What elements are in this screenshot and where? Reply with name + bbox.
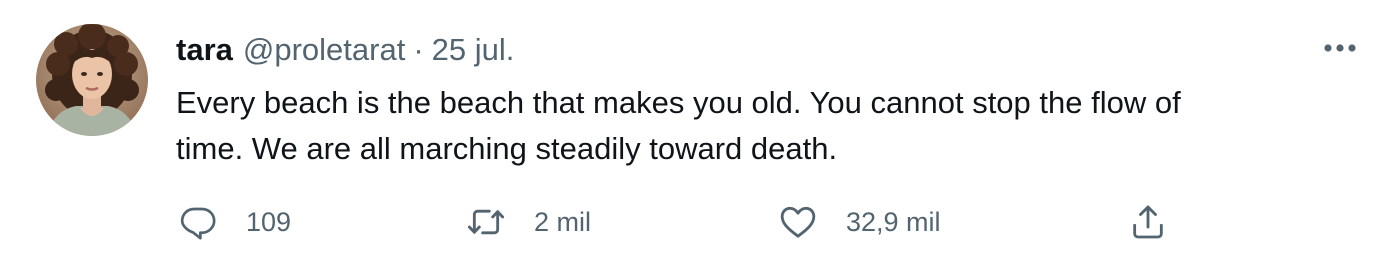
like-button[interactable]: 32,9 mil xyxy=(776,196,941,248)
reply-bubble-icon xyxy=(176,200,220,244)
heart-icon xyxy=(776,200,820,244)
reply-button[interactable]: 109 xyxy=(176,196,291,248)
tweet-header: tara @proletarat · 25 jul. xyxy=(176,28,514,72)
header-separator: · xyxy=(413,32,424,67)
share-button[interactable] xyxy=(1126,196,1170,248)
user-handle[interactable]: @proletarat xyxy=(243,32,405,68)
more-horizontal-icon xyxy=(1324,44,1356,52)
more-options-button[interactable] xyxy=(1316,30,1364,66)
retweet-icon xyxy=(464,200,508,244)
avatar[interactable] xyxy=(36,24,148,136)
reply-count: 109 xyxy=(246,206,292,237)
retweet-count: 2 mil xyxy=(534,206,592,237)
tweet-card[interactable]: tara @proletarat · 25 jul. Every beach i… xyxy=(0,0,1400,272)
display-name[interactable]: tara xyxy=(176,32,233,68)
tweet-text: Every beach is the beach that makes you … xyxy=(176,80,1376,172)
like-count: 32,9 mil xyxy=(846,206,941,237)
tweet-date[interactable]: 25 jul. xyxy=(432,32,515,68)
tweet-text-line: Every beach is the beach that makes you … xyxy=(176,85,1181,120)
profile-photo xyxy=(36,24,148,136)
retweet-button[interactable]: 2 mil xyxy=(464,196,591,248)
tweet-text-line: time. We are all marching steadily towar… xyxy=(176,131,838,166)
share-upload-icon xyxy=(1126,200,1170,244)
tweet-actions: 109 2 mil 32,9 mil xyxy=(176,196,1376,248)
